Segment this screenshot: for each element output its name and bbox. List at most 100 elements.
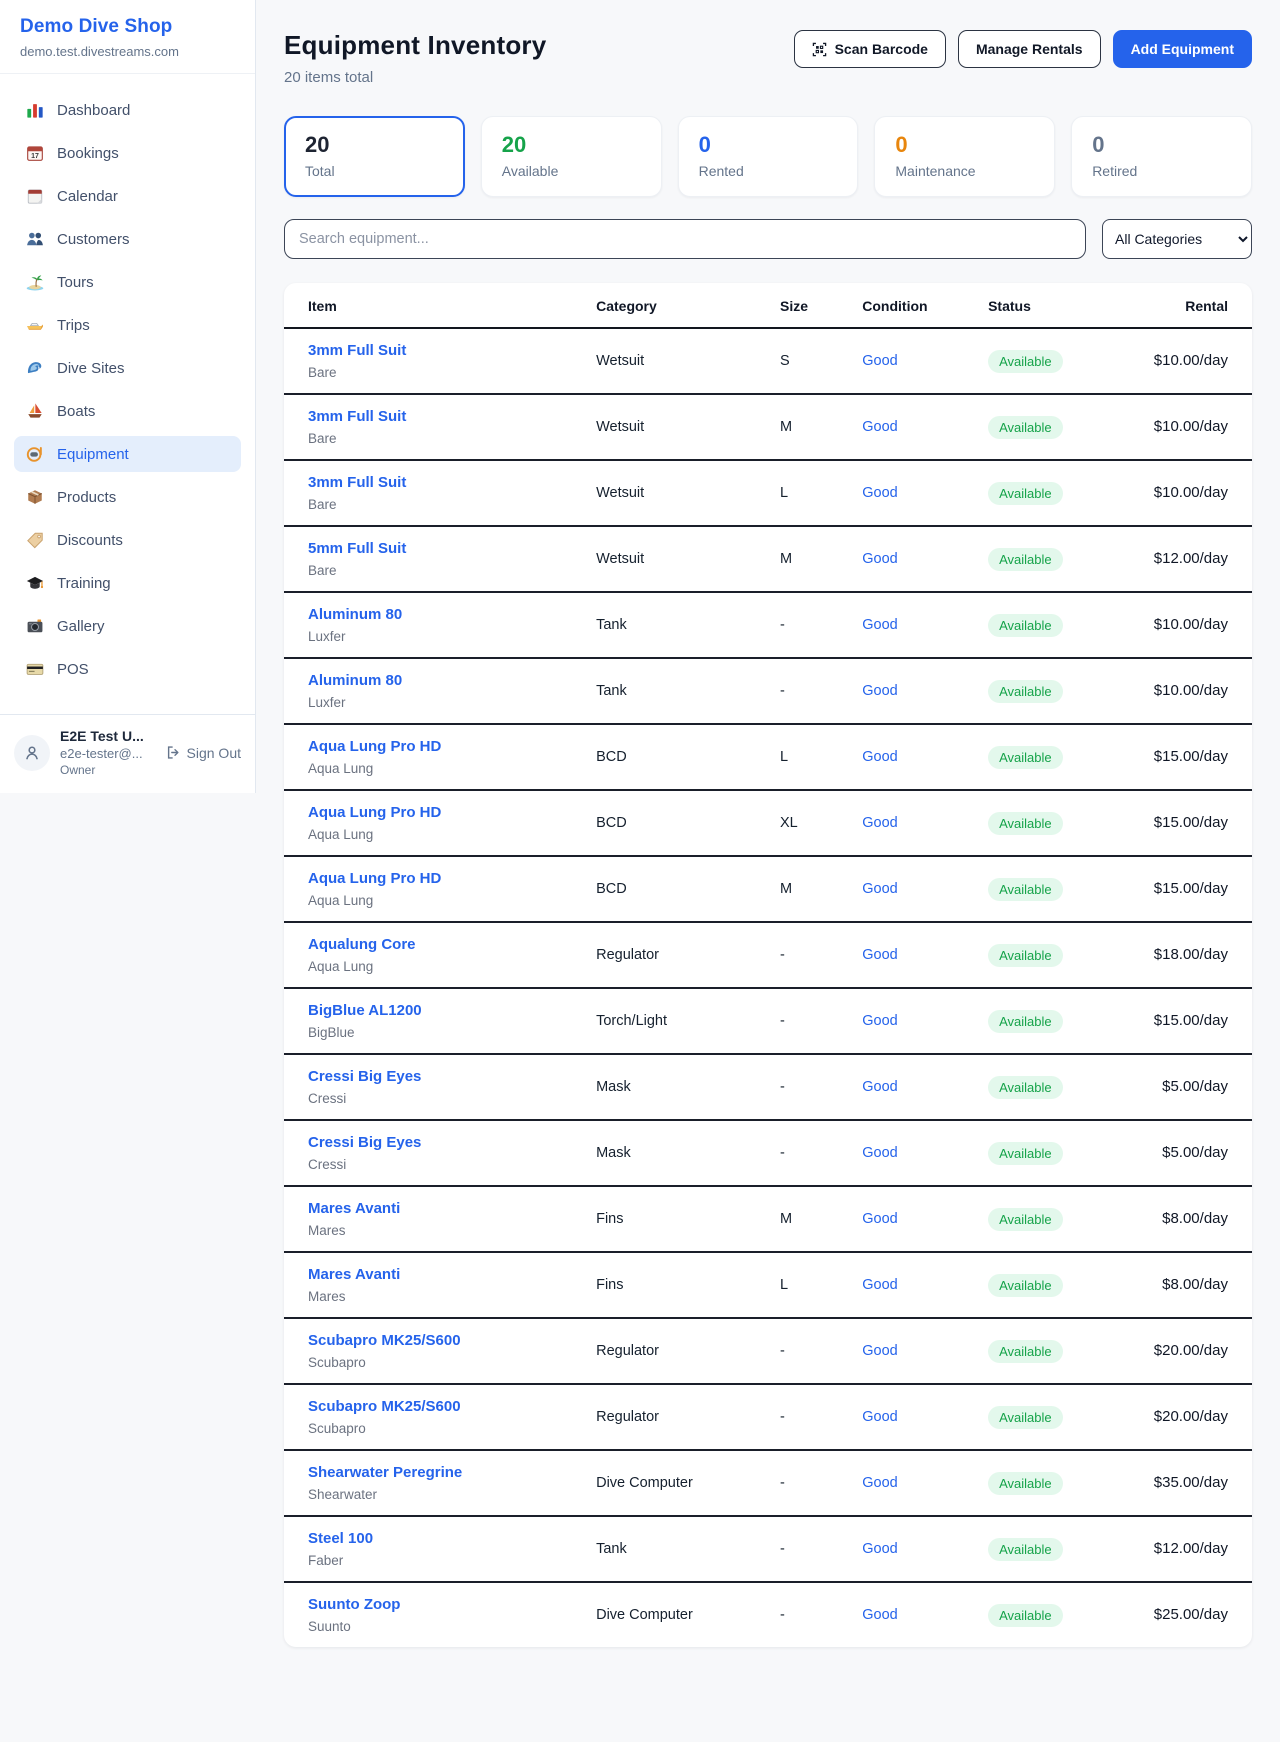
cell-condition: Good bbox=[850, 724, 976, 790]
cell-condition: Good bbox=[850, 394, 976, 460]
sign-out-button[interactable]: Sign Out bbox=[166, 745, 241, 761]
stat-card-total[interactable]: 20Total bbox=[284, 116, 465, 197]
condition-link[interactable]: Good bbox=[862, 1145, 897, 1161]
condition-link[interactable]: Good bbox=[862, 1343, 897, 1359]
condition-link[interactable]: Good bbox=[862, 1079, 897, 1095]
scan-barcode-button[interactable]: Scan Barcode bbox=[794, 30, 946, 68]
manage-rentals-button[interactable]: Manage Rentals bbox=[958, 30, 1101, 68]
status-badge: Available bbox=[988, 1142, 1063, 1165]
item-name-link[interactable]: BigBlue AL1200 bbox=[308, 1002, 422, 1019]
item-name-link[interactable]: Aqualung Core bbox=[308, 936, 416, 953]
condition-link[interactable]: Good bbox=[862, 749, 897, 765]
table-row: 3mm Full SuitBareWetsuitLGoodAvailable$1… bbox=[284, 460, 1252, 526]
cell-rental: $12.00/day bbox=[1126, 1516, 1252, 1582]
stat-card-available[interactable]: 20Available bbox=[481, 116, 662, 197]
sidebar-item-discounts[interactable]: Discounts bbox=[14, 522, 241, 558]
svg-text:17: 17 bbox=[31, 153, 39, 160]
cell-condition: Good bbox=[850, 1582, 976, 1647]
item-name-link[interactable]: Suunto Zoop bbox=[308, 1596, 400, 1613]
cell-rental: $8.00/day bbox=[1126, 1252, 1252, 1318]
item-name-link[interactable]: 3mm Full Suit bbox=[308, 474, 406, 491]
add-equipment-button[interactable]: Add Equipment bbox=[1113, 30, 1252, 68]
item-brand: Cressi bbox=[308, 1091, 572, 1106]
item-name-link[interactable]: Aqua Lung Pro HD bbox=[308, 738, 441, 755]
item-name-link[interactable]: 3mm Full Suit bbox=[308, 408, 406, 425]
condition-link[interactable]: Good bbox=[862, 485, 897, 501]
item-name-link[interactable]: Mares Avanti bbox=[308, 1200, 400, 1217]
condition-link[interactable]: Good bbox=[862, 551, 897, 567]
cell-rental: $18.00/day bbox=[1126, 922, 1252, 988]
sidebar-item-boats[interactable]: Boats bbox=[14, 393, 241, 429]
condition-link[interactable]: Good bbox=[862, 815, 897, 831]
cell-condition: Good bbox=[850, 856, 976, 922]
condition-link[interactable]: Good bbox=[862, 947, 897, 963]
sidebar-item-label: Gallery bbox=[57, 618, 105, 635]
search-input[interactable] bbox=[284, 219, 1086, 259]
rental-price: $10.00/day bbox=[1154, 616, 1228, 633]
sidebar-item-products[interactable]: Products bbox=[14, 479, 241, 515]
item-name-link[interactable]: Steel 100 bbox=[308, 1530, 373, 1547]
category-select[interactable]: All Categories bbox=[1102, 219, 1252, 259]
equipment-table: Item Category Size Condition Status Rent… bbox=[284, 283, 1252, 1647]
condition-link[interactable]: Good bbox=[862, 419, 897, 435]
stat-card-rented[interactable]: 0Rented bbox=[678, 116, 859, 197]
sidebar-item-dashboard[interactable]: Dashboard bbox=[14, 92, 241, 128]
item-brand: Faber bbox=[308, 1553, 572, 1568]
cell-size: S bbox=[768, 328, 850, 394]
item-name-link[interactable]: 3mm Full Suit bbox=[308, 342, 406, 359]
item-name-link[interactable]: Mares Avanti bbox=[308, 1266, 400, 1283]
cell-rental: $10.00/day bbox=[1126, 328, 1252, 394]
sidebar-item-dive-sites[interactable]: Dive Sites bbox=[14, 350, 241, 386]
item-name-link[interactable]: Cressi Big Eyes bbox=[308, 1068, 421, 1085]
condition-link[interactable]: Good bbox=[862, 683, 897, 699]
sidebar-item-label: Customers bbox=[57, 231, 130, 248]
sidebar-item-label: Tours bbox=[57, 274, 94, 291]
item-name-link[interactable]: Shearwater Peregrine bbox=[308, 1464, 462, 1481]
cell-item: Mares AvantiMares bbox=[284, 1252, 584, 1318]
item-name-link[interactable]: Aqua Lung Pro HD bbox=[308, 804, 441, 821]
page-title: Equipment Inventory bbox=[284, 30, 546, 61]
condition-link[interactable]: Good bbox=[862, 617, 897, 633]
status-badge: Available bbox=[988, 548, 1063, 571]
condition-link[interactable]: Good bbox=[862, 881, 897, 897]
condition-link[interactable]: Good bbox=[862, 1013, 897, 1029]
column-header-item: Item bbox=[284, 283, 584, 328]
cell-condition: Good bbox=[850, 526, 976, 592]
column-header-category: Category bbox=[584, 283, 768, 328]
rental-price: $5.00/day bbox=[1162, 1144, 1228, 1161]
sidebar-item-trips[interactable]: Trips bbox=[14, 307, 241, 343]
condition-link[interactable]: Good bbox=[862, 1409, 897, 1425]
item-name-link[interactable]: Scubapro MK25/S600 bbox=[308, 1398, 461, 1415]
condition-link[interactable]: Good bbox=[862, 1541, 897, 1557]
brand-name[interactable]: Demo Dive Shop bbox=[20, 16, 235, 38]
sidebar-item-tours[interactable]: Tours bbox=[14, 264, 241, 300]
sidebar-item-customers[interactable]: Customers bbox=[14, 221, 241, 257]
condition-link[interactable]: Good bbox=[862, 353, 897, 369]
item-name-link[interactable]: Cressi Big Eyes bbox=[308, 1134, 421, 1151]
cell-size: M bbox=[768, 394, 850, 460]
condition-link[interactable]: Good bbox=[862, 1607, 897, 1623]
item-name-link[interactable]: Scubapro MK25/S600 bbox=[308, 1332, 461, 1349]
item-name-link[interactable]: Aqua Lung Pro HD bbox=[308, 870, 441, 887]
item-name-link[interactable]: Aluminum 80 bbox=[308, 606, 402, 623]
item-brand: Aqua Lung bbox=[308, 959, 572, 974]
sidebar-item-bookings[interactable]: 17Bookings bbox=[14, 135, 241, 171]
status-badge: Available bbox=[988, 1010, 1063, 1033]
sidebar-item-calendar[interactable]: Calendar bbox=[14, 178, 241, 214]
cell-status: Available bbox=[976, 1450, 1126, 1516]
cell-rental: $10.00/day bbox=[1126, 394, 1252, 460]
sidebar-item-gallery[interactable]: Gallery bbox=[14, 608, 241, 644]
sign-out-label: Sign Out bbox=[187, 745, 241, 761]
condition-link[interactable]: Good bbox=[862, 1211, 897, 1227]
sidebar-item-equipment[interactable]: Equipment bbox=[14, 436, 241, 472]
sidebar-item-pos[interactable]: POS bbox=[14, 651, 241, 687]
condition-link[interactable]: Good bbox=[862, 1277, 897, 1293]
sidebar-item-training[interactable]: Training bbox=[14, 565, 241, 601]
item-name-link[interactable]: 5mm Full Suit bbox=[308, 540, 406, 557]
stat-card-retired[interactable]: 0Retired bbox=[1071, 116, 1252, 197]
stat-card-maintenance[interactable]: 0Maintenance bbox=[874, 116, 1055, 197]
condition-link[interactable]: Good bbox=[862, 1475, 897, 1491]
brand-domain: demo.test.divestreams.com bbox=[20, 44, 235, 59]
item-name-link[interactable]: Aluminum 80 bbox=[308, 672, 402, 689]
item-brand: Scubapro bbox=[308, 1421, 572, 1436]
